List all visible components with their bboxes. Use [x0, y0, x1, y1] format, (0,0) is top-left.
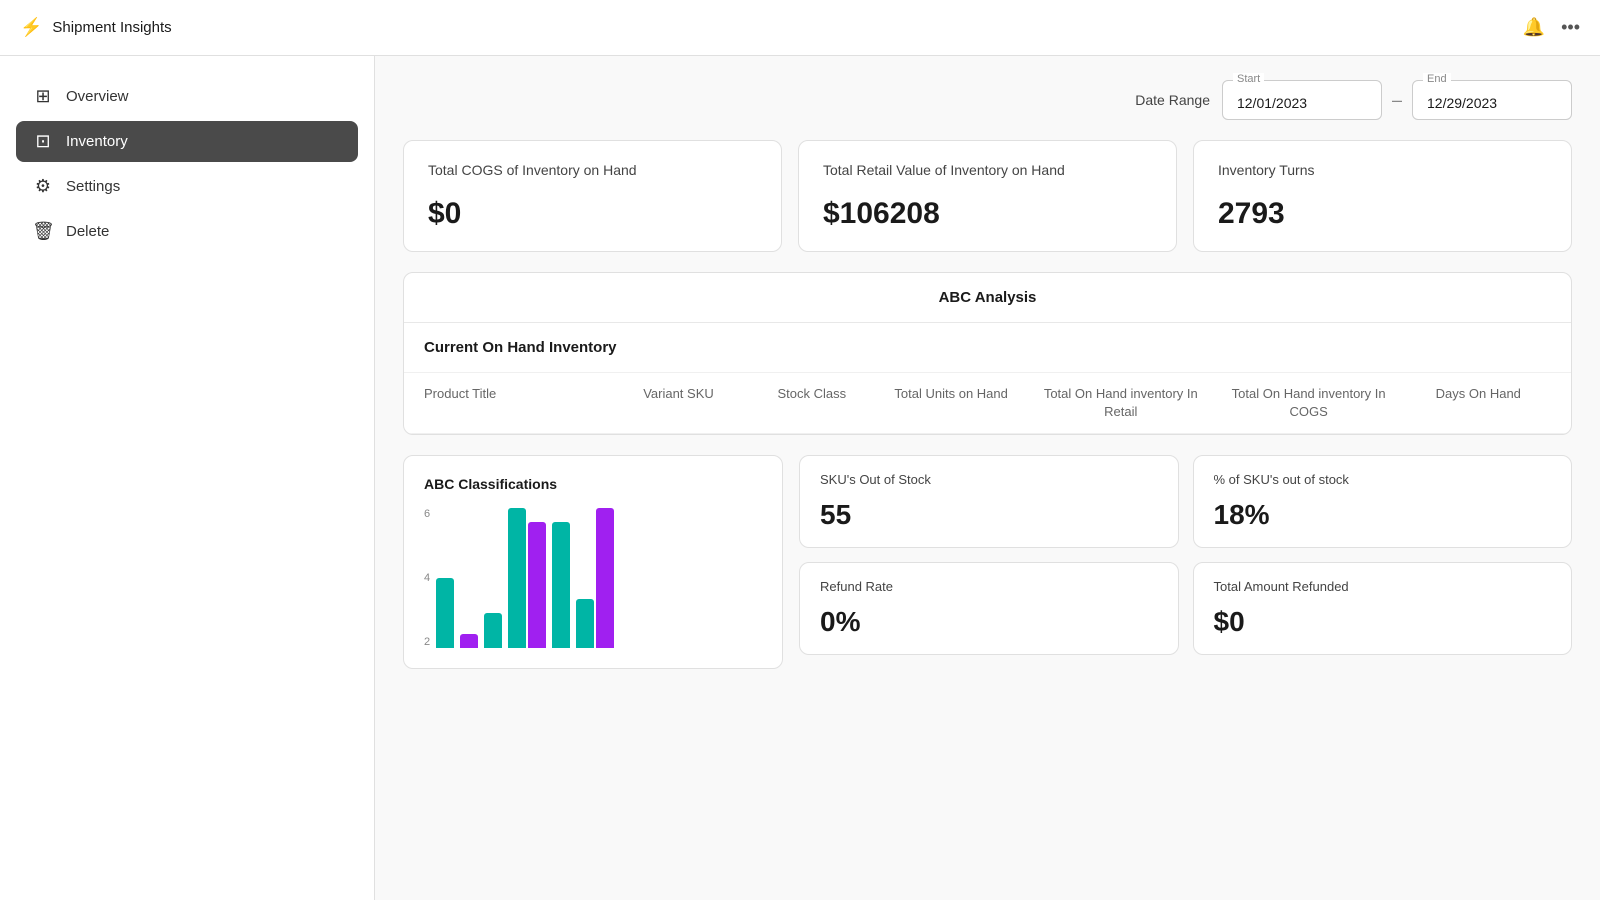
sidebar-item-delete-label: Delete — [66, 223, 109, 240]
bar-purple-6 — [596, 508, 614, 648]
delete-icon: 🗑 — [32, 221, 54, 242]
col-days-on-hand: Days On Hand — [1406, 385, 1551, 421]
overview-icon: ⊞ — [32, 86, 54, 107]
bottom-section: ABC Classifications 6 4 2 — [403, 455, 1572, 669]
bar-teal-3 — [484, 613, 502, 648]
stat-card-turns-title: Inventory Turns — [1218, 161, 1547, 181]
bar-teal-5 — [552, 522, 570, 648]
sidebar: ⊞ Overview ⊡ Inventory ⚙ Settings 🗑 Dele… — [0, 56, 375, 900]
bar-teal-4 — [508, 508, 526, 648]
refund-rate-value: 0% — [820, 606, 1158, 638]
date-range-label: Date Range — [1135, 92, 1210, 108]
bar-purple-4 — [528, 522, 546, 648]
col-total-units: Total Units on Hand — [872, 385, 1030, 421]
stat-card-cogs-value: $0 — [428, 197, 757, 231]
bar-group-4 — [508, 508, 546, 648]
pct-skus-out-card: % of SKU's out of stock 18% — [1193, 455, 1573, 548]
col-product-title: Product Title — [424, 385, 606, 421]
right-cards-row-1: SKU's Out of Stock 55 % of SKU's out of … — [799, 455, 1572, 548]
sidebar-item-overview[interactable]: ⊞ Overview — [16, 76, 358, 117]
chart-bars — [436, 508, 762, 648]
start-date-field[interactable]: Start 12/01/2023 — [1222, 80, 1382, 120]
inventory-table-title: Current On Hand Inventory — [404, 323, 1571, 373]
skus-out-card: SKU's Out of Stock 55 — [799, 455, 1179, 548]
bar-teal-6 — [576, 599, 594, 648]
y-label-2: 2 — [424, 636, 430, 648]
skus-out-value: 55 — [820, 499, 1158, 531]
date-range-section: Date Range Start 12/01/2023 – End 12/29/… — [403, 80, 1572, 120]
stat-card-cogs: Total COGS of Inventory on Hand $0 — [403, 140, 782, 252]
stat-cards-row: Total COGS of Inventory on Hand $0 Total… — [403, 140, 1572, 252]
inventory-icon: ⊡ — [32, 131, 54, 152]
refund-rate-card: Refund Rate 0% — [799, 562, 1179, 655]
y-label-6: 6 — [424, 508, 430, 520]
total-refunded-title: Total Amount Refunded — [1214, 579, 1552, 594]
stat-card-turns-value: 2793 — [1218, 197, 1547, 231]
more-icon[interactable]: ••• — [1561, 17, 1580, 38]
abc-chart-card: ABC Classifications 6 4 2 — [403, 455, 783, 669]
end-date-value: 12/29/2023 — [1427, 95, 1497, 111]
abc-section-title: ABC Analysis — [404, 273, 1571, 323]
sidebar-item-settings-label: Settings — [66, 178, 120, 195]
total-refunded-value: $0 — [1214, 606, 1552, 638]
end-date-label: End — [1423, 73, 1451, 85]
refund-rate-title: Refund Rate — [820, 579, 1158, 594]
col-stock-class: Stock Class — [751, 385, 872, 421]
col-variant-sku: Variant SKU — [606, 385, 751, 421]
total-refunded-card: Total Amount Refunded $0 — [1193, 562, 1573, 655]
col-on-hand-retail: Total On Hand inventory In Retail — [1030, 385, 1212, 421]
skus-out-title: SKU's Out of Stock — [820, 472, 1158, 487]
pin-icon[interactable]: 🔔 — [1523, 17, 1545, 38]
start-date-value: 12/01/2023 — [1237, 95, 1307, 111]
sidebar-item-inventory-label: Inventory — [66, 133, 128, 150]
main-content: Date Range Start 12/01/2023 – End 12/29/… — [375, 56, 1600, 900]
sidebar-item-inventory[interactable]: ⊡ Inventory — [16, 121, 358, 162]
right-cards-row-2: Refund Rate 0% Total Amount Refunded $0 — [799, 562, 1572, 655]
end-date-field[interactable]: End 12/29/2023 — [1412, 80, 1572, 120]
bar-group-2 — [460, 634, 478, 648]
stat-card-turns: Inventory Turns 2793 — [1193, 140, 1572, 252]
stat-card-retail-value: $106208 — [823, 197, 1152, 231]
inventory-table: Current On Hand Inventory Product Title … — [404, 323, 1571, 434]
bar-purple-2 — [460, 634, 478, 648]
bar-group-5 — [552, 522, 570, 648]
bar-group-1 — [436, 578, 454, 648]
bolt-icon: ⚡ — [20, 17, 42, 38]
sidebar-item-delete[interactable]: 🗑 Delete — [16, 211, 358, 252]
bar-group-3 — [484, 613, 502, 648]
col-on-hand-cogs: Total On Hand inventory In COGS — [1212, 385, 1406, 421]
start-date-label: Start — [1233, 73, 1264, 85]
sidebar-item-overview-label: Overview — [66, 88, 129, 105]
stat-card-cogs-title: Total COGS of Inventory on Hand — [428, 161, 757, 181]
abc-chart-title: ABC Classifications — [424, 476, 762, 492]
date-separator: – — [1392, 90, 1402, 111]
bar-teal-1 — [436, 578, 454, 648]
stat-card-retail-title: Total Retail Value of Inventory on Hand — [823, 161, 1152, 181]
settings-icon: ⚙ — [32, 176, 54, 197]
y-label-4: 4 — [424, 572, 430, 584]
pct-skus-out-value: 18% — [1214, 499, 1552, 531]
topbar-left: ⚡ Shipment Insights — [20, 17, 172, 38]
stat-card-retail: Total Retail Value of Inventory on Hand … — [798, 140, 1177, 252]
pct-skus-out-title: % of SKU's out of stock — [1214, 472, 1552, 487]
app-title: Shipment Insights — [52, 19, 171, 36]
abc-analysis-section: ABC Analysis Current On Hand Inventory P… — [403, 272, 1572, 435]
sidebar-item-settings[interactable]: ⚙ Settings — [16, 166, 358, 207]
right-cards: SKU's Out of Stock 55 % of SKU's out of … — [799, 455, 1572, 669]
table-header-row: Product Title Variant SKU Stock Class To… — [404, 373, 1571, 434]
topbar-right: 🔔 ••• — [1523, 17, 1580, 38]
bar-group-6 — [576, 508, 614, 648]
date-range-group: Start 12/01/2023 – End 12/29/2023 — [1222, 80, 1572, 120]
